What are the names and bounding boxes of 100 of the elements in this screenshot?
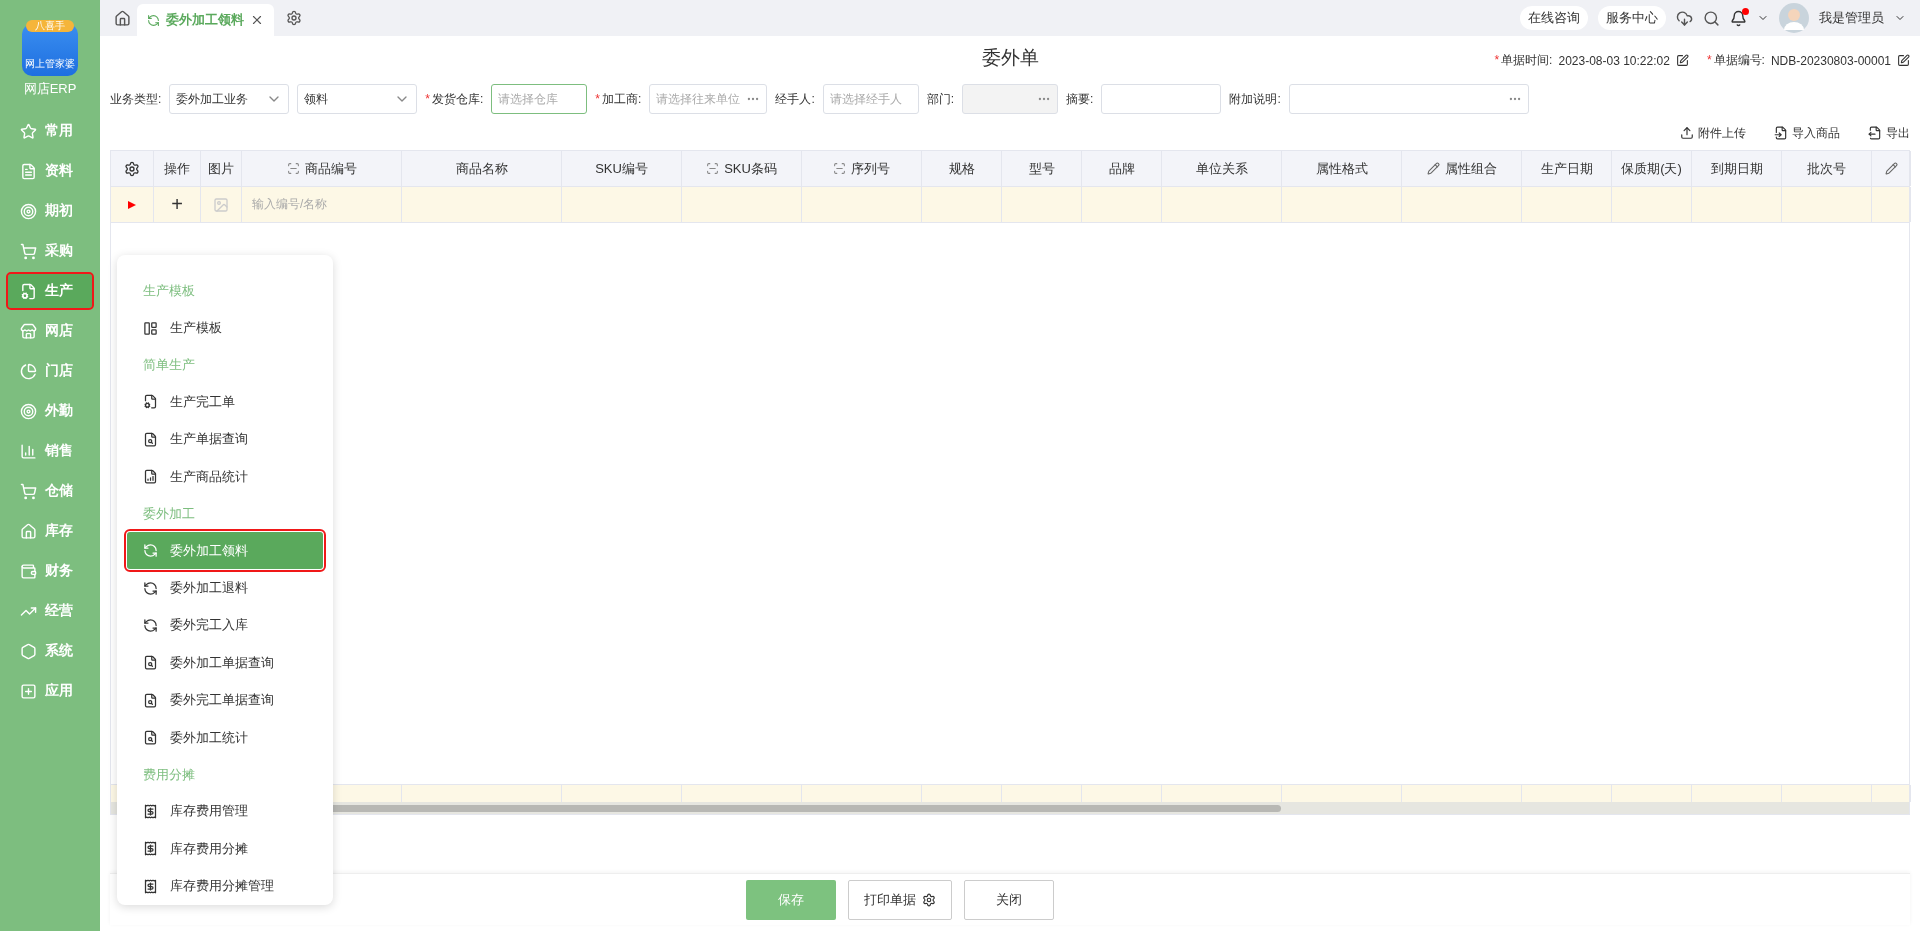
cycle-icon <box>143 543 158 559</box>
close-icon[interactable] <box>250 13 264 27</box>
submenu-item[interactable]: 委外完工入库 <box>127 606 323 645</box>
submenu-item[interactable]: 库存费用分摊 <box>127 830 323 868</box>
toolbar-button[interactable]: 导出 <box>1868 124 1910 142</box>
field-label: 业务类型: <box>110 90 162 108</box>
submenu-item[interactable]: 委外加工统计 <box>127 718 323 757</box>
submenu-item[interactable]: 生产商品统计 <box>127 458 323 496</box>
cloud-download-icon[interactable] <box>1676 9 1693 27</box>
export-icon <box>1868 126 1882 140</box>
settings-icon[interactable] <box>124 160 140 177</box>
house-icon <box>20 522 37 540</box>
pencil-icon <box>1884 162 1898 175</box>
column-header: 操作 <box>154 151 201 186</box>
layout-icon <box>143 320 158 336</box>
field-value: NDB-20230803-00001 <box>1770 53 1891 68</box>
select-field[interactable]: 领料 <box>297 84 418 114</box>
cycle-icon <box>143 617 158 633</box>
bar-chart-icon <box>20 442 37 460</box>
column-header: 序列号 <box>802 151 922 186</box>
scan-icon <box>706 162 720 175</box>
pencil-icon <box>1426 162 1440 175</box>
edit-icon[interactable] <box>1897 54 1910 67</box>
image-placeholder-icon <box>213 196 229 213</box>
field-label: 部门: <box>926 90 955 108</box>
cart-icon <box>20 242 37 260</box>
column-header: SKU条码 <box>682 151 802 186</box>
import-icon <box>1774 126 1788 140</box>
file-search-icon <box>143 655 158 671</box>
column-header: 批次号 <box>1782 151 1872 186</box>
row-pointer-icon <box>127 199 137 210</box>
app-name: 网店ERP <box>23 80 77 98</box>
file-icon <box>20 282 37 300</box>
star-icon <box>20 122 37 140</box>
scan-icon <box>833 162 846 175</box>
submenu-item[interactable]: 生产单据查询 <box>127 420 323 459</box>
submenu-item[interactable]: 库存费用管理 <box>127 792 323 831</box>
add-row-button[interactable]: + <box>171 193 183 216</box>
column-header: 生产日期 <box>1522 151 1612 186</box>
home-icon[interactable] <box>114 9 131 27</box>
column-header: 图片 <box>201 151 242 186</box>
file-chart-icon <box>143 469 158 485</box>
footer-button[interactable]: 打印单据 <box>848 879 952 920</box>
column-header: 品牌 <box>1082 151 1162 186</box>
file-search-icon <box>143 730 158 746</box>
column-header: 商品编号 <box>242 151 402 186</box>
column-header: 规格 <box>922 151 1002 186</box>
settings-icon <box>922 892 936 907</box>
menu-group-title: 生产模板 <box>142 282 196 301</box>
menu-group-title: 委外加工 <box>142 504 196 523</box>
settings-icon[interactable] <box>286 10 302 26</box>
column-header: SKU编号 <box>562 151 682 186</box>
target-icon <box>20 402 37 420</box>
submenu-item[interactable]: 生产完工单 <box>127 383 323 421</box>
scan-icon <box>286 162 300 175</box>
user-name[interactable]: 我是管理员 <box>1819 9 1884 27</box>
edit-icon[interactable] <box>1675 54 1689 67</box>
file-search-icon <box>143 692 158 708</box>
document-icon <box>20 162 37 180</box>
menu-group-title: 简单生产 <box>142 356 196 375</box>
tab-icon <box>147 13 160 27</box>
field-label: 附加说明: <box>1229 90 1281 108</box>
header-link[interactable]: 服务中心 <box>1598 6 1666 30</box>
notification-bell-icon[interactable] <box>1730 9 1747 27</box>
wallet-icon <box>20 562 37 580</box>
hexagon-icon <box>20 642 37 660</box>
pie-chart-icon <box>20 362 37 380</box>
cart-icon <box>20 482 37 500</box>
file-search-icon <box>143 431 158 447</box>
target-icon <box>20 202 37 220</box>
receipt-icon <box>143 878 158 894</box>
submenu-item[interactable]: 委外完工单据查询 <box>127 681 323 719</box>
field-label: * 单据编号: <box>1706 52 1765 69</box>
select-field[interactable]: 委外加工业务 <box>169 84 290 114</box>
header-link[interactable]: 在线咨询 <box>1520 6 1588 30</box>
column-header: 属性格式 <box>1282 151 1402 186</box>
submenu-item[interactable]: 生产模板 <box>127 309 323 347</box>
column-header: 商品名称 <box>402 151 562 186</box>
search-icon[interactable] <box>1703 9 1720 27</box>
field-label: * 加工商: <box>595 90 642 108</box>
plus-icon <box>20 682 37 700</box>
receipt-icon <box>143 841 158 857</box>
input-field[interactable] <box>1101 84 1222 114</box>
submenu-item[interactable]: 库存费用分摊管理 <box>127 867 323 905</box>
receipt-icon <box>143 803 158 819</box>
submenu-item[interactable]: 委外加工单据查询 <box>127 644 323 682</box>
toolbar-button[interactable]: 导入商品 <box>1774 124 1840 142</box>
toolbar-button[interactable]: 附件上传 <box>1680 124 1746 142</box>
store-icon <box>20 322 37 340</box>
column-header: 到期日期 <box>1692 151 1782 186</box>
footer-button[interactable]: 关闭 <box>964 879 1054 920</box>
cycle-icon <box>143 580 158 596</box>
field-label: * 发货仓库: <box>425 90 484 108</box>
upload-icon <box>1680 126 1694 140</box>
form-title: 委外单 <box>981 46 1039 70</box>
column-header: 保质期(天) <box>1612 151 1692 186</box>
submenu-item[interactable]: 委外加工退料 <box>127 569 323 607</box>
field-label: 摘要: <box>1066 90 1094 108</box>
input-field[interactable] <box>1288 84 1529 114</box>
field-label: * 单据时间: <box>1494 52 1553 69</box>
